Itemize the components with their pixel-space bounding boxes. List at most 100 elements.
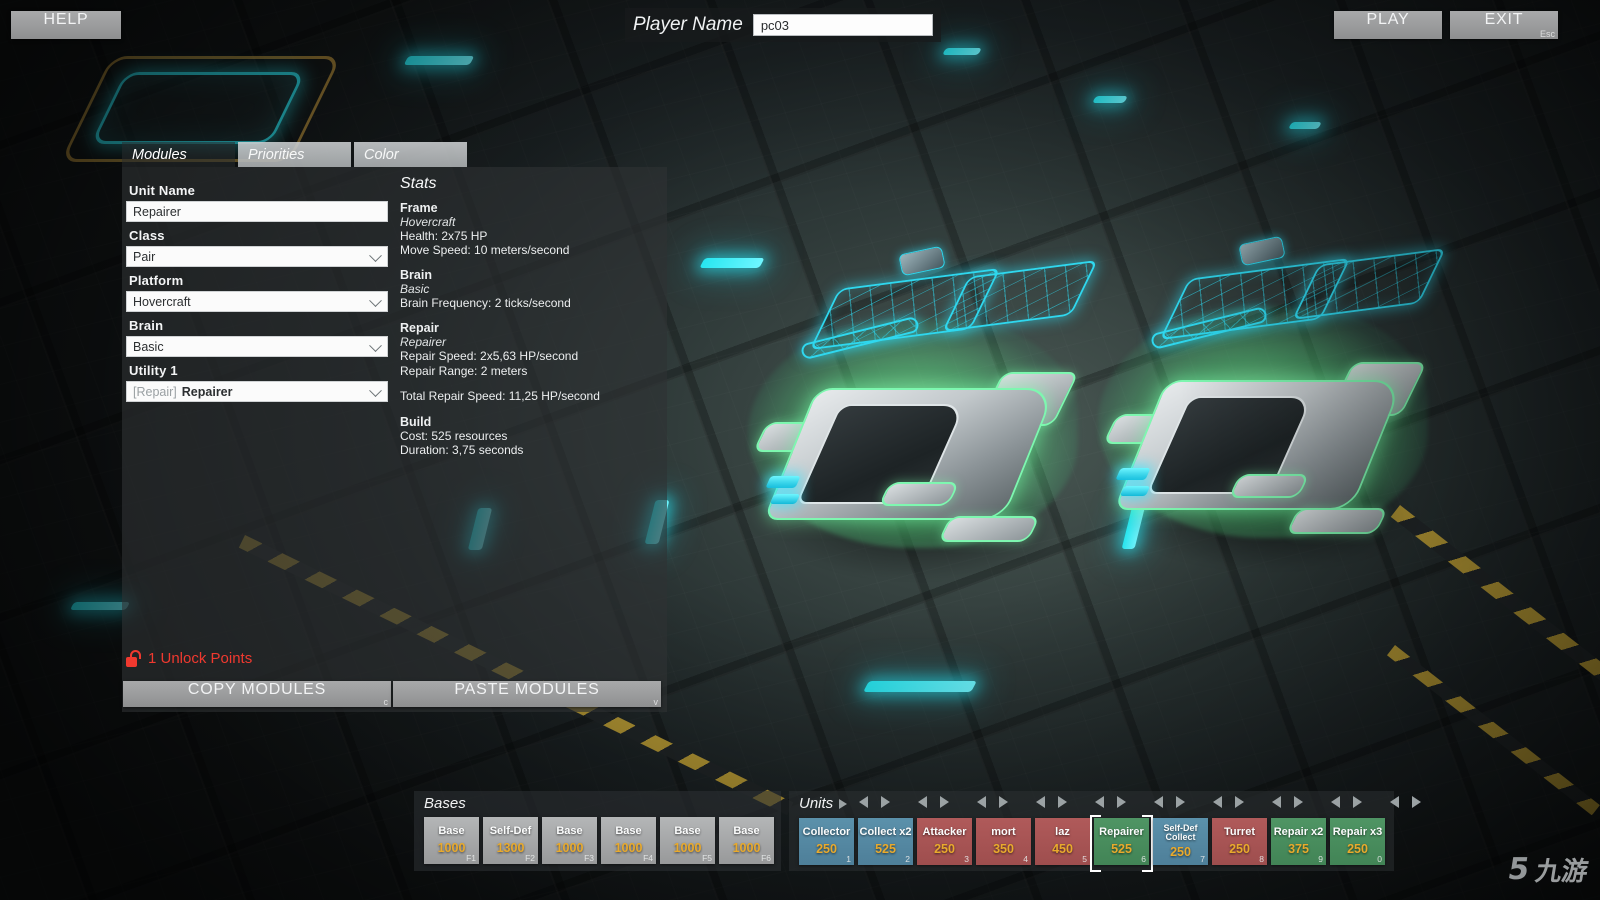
unit-card-hotkey: 2 bbox=[905, 854, 910, 864]
stats-group-brain: Brain Basic Brain Frequency: 2 ticks/sec… bbox=[400, 268, 660, 310]
tab-priorities[interactable]: Priorities bbox=[238, 142, 351, 167]
unit-card-hotkey: 7 bbox=[1200, 854, 1205, 864]
stats-repair-subtitle: Repairer bbox=[400, 335, 660, 349]
base-card[interactable]: Base1000F5 bbox=[660, 817, 715, 864]
base-card[interactable]: Self-Def1300F2 bbox=[483, 817, 538, 864]
exit-hotkey: Esc bbox=[1540, 29, 1555, 39]
stats-group-repair: Repair Repairer Repair Speed: 2x5,63 HP/… bbox=[400, 321, 660, 377]
exit-button-label: EXIT bbox=[1485, 11, 1524, 28]
utility1-label: Utility 1 bbox=[129, 363, 394, 378]
move-left-arrow-icon[interactable] bbox=[1213, 796, 1222, 808]
units-card-list: Collector2501 Collect x2 525 2 Attacker2503m… bbox=[799, 818, 1394, 865]
base-card-name: Base bbox=[674, 826, 700, 838]
base-card-hotkey: F4 bbox=[643, 853, 653, 863]
move-left-arrow-icon[interactable] bbox=[1036, 796, 1045, 808]
unit-reorder-pair bbox=[1022, 796, 1081, 808]
unlock-icon bbox=[126, 650, 141, 667]
base-card[interactable]: Base1000F4 bbox=[601, 817, 656, 864]
unit-card[interactable]: Turret2508 bbox=[1212, 818, 1267, 865]
unit-card-hotkey: 1 bbox=[846, 854, 851, 864]
unit-card[interactable]: mort3504 bbox=[976, 818, 1031, 865]
unit-card-name: Collector bbox=[803, 827, 851, 839]
bases-card-list: Base1000F1Self-Def1300F2Base1000F3Base10… bbox=[424, 817, 781, 864]
unit-card-hotkey: 4 bbox=[1023, 854, 1028, 864]
move-left-arrow-icon[interactable] bbox=[1095, 796, 1104, 808]
help-button[interactable]: HELP bbox=[11, 11, 121, 39]
game-window: HELP Player Name PLAY EXIT Esc Modules P… bbox=[0, 0, 1600, 900]
unit-card-name: Collect x2 bbox=[860, 827, 912, 839]
move-left-arrow-icon[interactable] bbox=[1331, 796, 1340, 808]
unit-card-name: Turret bbox=[1224, 827, 1255, 839]
move-right-arrow-icon[interactable] bbox=[1117, 796, 1126, 808]
unit-card[interactable]: Repair x32500 bbox=[1330, 818, 1385, 865]
base-card[interactable]: Base1000F3 bbox=[542, 817, 597, 864]
watermark-text: 九游 bbox=[1533, 851, 1591, 888]
unit-card[interactable]: Repairer5256 bbox=[1094, 818, 1149, 865]
move-left-arrow-icon[interactable] bbox=[1272, 796, 1281, 808]
copy-modules-hotkey: c bbox=[384, 697, 389, 707]
stats-repair-heading: Repair bbox=[400, 321, 660, 335]
unit-card-name: Attacker bbox=[922, 827, 966, 839]
player-name-input[interactable] bbox=[753, 14, 933, 36]
move-right-arrow-icon[interactable] bbox=[1412, 796, 1421, 808]
platform-select[interactable]: Hovercraft bbox=[126, 291, 388, 312]
stats-build-line: Cost: 525 resources bbox=[400, 429, 660, 443]
class-label: Class bbox=[129, 228, 394, 243]
exit-button[interactable]: EXIT Esc bbox=[1450, 11, 1558, 39]
move-left-arrow-icon[interactable] bbox=[859, 796, 868, 808]
move-left-arrow-icon[interactable] bbox=[1390, 796, 1399, 808]
unit-card[interactable]: Repair x23759 bbox=[1271, 818, 1326, 865]
base-card-cost: 1000 bbox=[438, 841, 466, 855]
utility1-select[interactable]: [Repair] Repairer bbox=[126, 381, 388, 402]
move-right-arrow-icon[interactable] bbox=[1058, 796, 1067, 808]
stats-build-line: Duration: 3,75 seconds bbox=[400, 443, 660, 457]
move-left-arrow-icon[interactable] bbox=[1154, 796, 1163, 808]
tab-priorities-label: Priorities bbox=[248, 147, 304, 163]
class-select[interactable]: Pair bbox=[126, 246, 388, 267]
move-right-arrow-icon[interactable] bbox=[1235, 796, 1244, 808]
paste-modules-button[interactable]: PASTE MODULES v bbox=[393, 681, 661, 707]
move-left-arrow-icon[interactable] bbox=[977, 796, 986, 808]
move-right-arrow-icon[interactable] bbox=[1294, 796, 1303, 808]
stats-frame-line: Health: 2x75 HP bbox=[400, 229, 660, 243]
move-left-arrow-icon[interactable] bbox=[918, 796, 927, 808]
move-right-arrow-icon[interactable] bbox=[1353, 796, 1362, 808]
base-card-hotkey: F5 bbox=[702, 853, 712, 863]
watermark: 5 九游 bbox=[1508, 851, 1588, 888]
utility1-category: [Repair] bbox=[133, 385, 177, 399]
chevron-down-icon bbox=[369, 249, 382, 262]
unit-card[interactable]: Collector2501 bbox=[799, 818, 854, 865]
unit-name-input[interactable] bbox=[126, 201, 388, 222]
unlock-points: 1 Unlock Points bbox=[126, 650, 252, 667]
move-right-arrow-icon[interactable] bbox=[940, 796, 949, 808]
base-card-name: Base bbox=[615, 826, 641, 838]
stats-frame-heading: Frame bbox=[400, 201, 660, 215]
unit-card[interactable]: Self-DefCollect2507 bbox=[1153, 818, 1208, 865]
copy-modules-button[interactable]: COPY MODULES c bbox=[123, 681, 391, 707]
stats-frame-subtitle: Hovercraft bbox=[400, 215, 660, 229]
unit-card-hotkey: 9 bbox=[1318, 854, 1323, 864]
move-right-arrow-icon[interactable] bbox=[1176, 796, 1185, 808]
unit-card-cost: 525 bbox=[875, 842, 896, 856]
unit-card-cost: 450 bbox=[1052, 842, 1073, 856]
stats-group-frame: Frame Hovercraft Health: 2x75 HP Move Sp… bbox=[400, 201, 660, 257]
platform-select-value: Hovercraft bbox=[133, 295, 191, 309]
base-card-hotkey: F6 bbox=[761, 853, 771, 863]
unlock-points-text: 1 Unlock Points bbox=[148, 650, 252, 667]
stats-section: Stats Frame Hovercraft Health: 2x75 HP M… bbox=[400, 175, 660, 468]
base-card-name: Self-Def bbox=[490, 826, 532, 838]
base-card-hotkey: F2 bbox=[525, 853, 535, 863]
move-right-arrow-icon[interactable] bbox=[999, 796, 1008, 808]
move-right-arrow-icon[interactable] bbox=[881, 796, 890, 808]
base-card[interactable]: Base1000F6 bbox=[719, 817, 774, 864]
unit-card[interactable]: Collect x2 525 2 bbox=[858, 818, 913, 865]
unit-card[interactable]: Attacker2503 bbox=[917, 818, 972, 865]
tab-modules[interactable]: Modules bbox=[122, 142, 235, 167]
unit-card[interactable]: laz4505 bbox=[1035, 818, 1090, 865]
unit-reorder-pair bbox=[845, 796, 904, 808]
play-button[interactable]: PLAY bbox=[1334, 11, 1442, 39]
stats-build-heading: Build bbox=[400, 415, 660, 429]
brain-select[interactable]: Basic bbox=[126, 336, 388, 357]
tab-color[interactable]: Color bbox=[354, 142, 467, 167]
base-card[interactable]: Base1000F1 bbox=[424, 817, 479, 864]
